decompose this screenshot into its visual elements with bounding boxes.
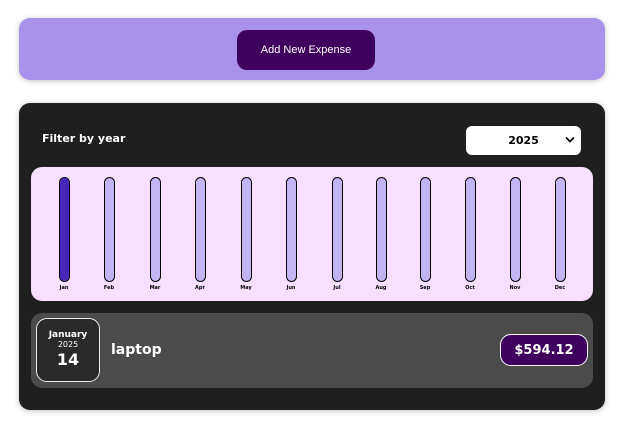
chart-bar-track [285, 177, 297, 282]
expense-date: January 2025 14 [36, 318, 100, 382]
chart-bar-track [375, 177, 387, 282]
year-select[interactable]: 2025 [466, 126, 581, 155]
chart-bar-label: Apr [195, 285, 205, 291]
chevron-down-icon [565, 137, 575, 143]
filter-label: Filter by year [42, 132, 126, 145]
chart-bar-track [554, 177, 566, 282]
chart-bar-label: Jun [286, 285, 296, 291]
expense-date-day: 14 [56, 350, 80, 369]
chart-bar-dec: Dec [550, 177, 570, 295]
expense-title: laptop [111, 342, 162, 358]
expenses-chart: Jan Feb Mar Apr May Jun Jul Aug Sep Oct Nov Dec [31, 167, 593, 301]
chart-bar-track [240, 177, 252, 282]
chart-bar-aug: Aug [371, 177, 391, 295]
new-expense-panel: Add New Expense [19, 18, 605, 80]
chart-bar-feb: Feb [99, 177, 119, 295]
chart-bar-oct: Oct [460, 177, 480, 295]
chart-bar-label: Oct [465, 285, 475, 291]
chart-bar-label: Dec [554, 285, 566, 291]
expense-item: January 2025 14 laptop $594.12 [31, 313, 593, 388]
chart-bar-label: May [240, 285, 252, 291]
expense-price-badge: $594.12 [500, 334, 588, 366]
chart-bar-label: Feb [103, 285, 115, 291]
chart-bar-track [419, 177, 431, 282]
chart-bar-label: Mar [149, 285, 161, 291]
chart-bar-track [509, 177, 521, 282]
chart-bar-jul: Jul [327, 177, 347, 295]
chart-bar-sep: Sep [415, 177, 435, 295]
chart-bar-label: Jul [333, 285, 341, 291]
expenses-panel: Filter by year 2025 Jan Feb Mar Apr May Jun Ju… [19, 103, 605, 410]
chart-bar-track [331, 177, 343, 282]
chart-bar-track [58, 177, 70, 282]
chart-bar-jun: Jun [281, 177, 301, 295]
chart-bar-track [149, 177, 161, 282]
chart-bar-label: Jan [59, 285, 69, 291]
year-select-value: 2025 [508, 134, 539, 147]
chart-bar-mar: Mar [145, 177, 165, 295]
chart-bar-label: Aug [375, 285, 387, 291]
chart-bar-label: Sep [419, 285, 431, 291]
chart-bar-apr: Apr [190, 177, 210, 295]
chart-bar-nov: Nov [505, 177, 525, 295]
expense-date-year: 2025 [57, 340, 79, 349]
chart-bar-may: May [236, 177, 256, 295]
chart-bar-jan: Jan [54, 177, 74, 295]
chart-bar-track [464, 177, 476, 282]
expense-date-month: January [48, 330, 88, 340]
chart-bar-track [194, 177, 206, 282]
chart-bar-track [103, 177, 115, 282]
chart-bar-label: Nov [509, 285, 521, 291]
add-new-expense-button[interactable]: Add New Expense [237, 30, 375, 70]
chart-bar-fill [59, 178, 69, 281]
